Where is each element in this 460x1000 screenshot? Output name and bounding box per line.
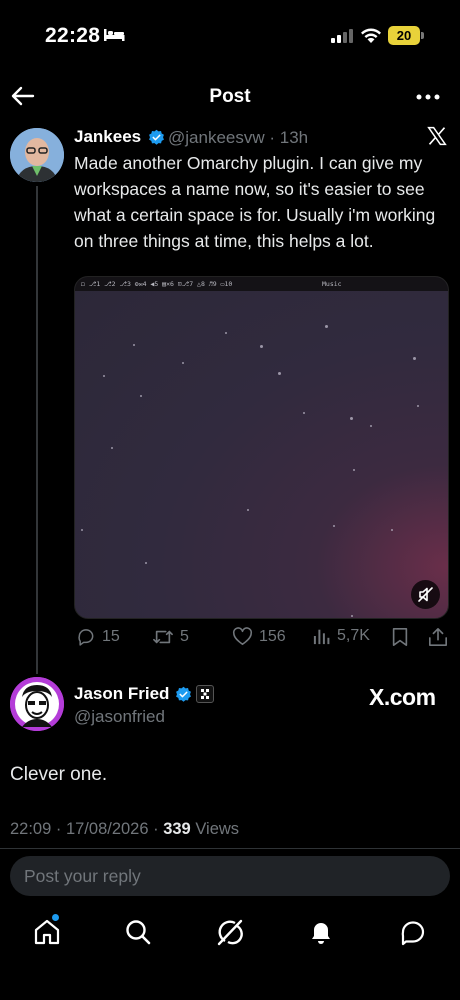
reply-icon [78, 629, 94, 646]
notification-dot [52, 914, 59, 921]
avatar[interactable] [10, 128, 64, 182]
views-count: 5,7K [337, 627, 370, 644]
verified-badge-icon [149, 129, 164, 145]
author-handle-time[interactable]: @jankeesvw · 13h [168, 128, 308, 148]
signal-icon [331, 29, 353, 43]
reply-compose-box[interactable] [10, 856, 450, 896]
star [103, 375, 105, 377]
star [413, 357, 416, 360]
messages-icon[interactable] [398, 917, 428, 947]
search-icon[interactable] [123, 917, 153, 947]
battery-tip [421, 32, 424, 39]
affiliate-badge-icon [196, 685, 214, 703]
views-label: Views [190, 820, 240, 838]
reply-count: 15 [102, 628, 120, 645]
star [417, 405, 419, 407]
divider [0, 848, 460, 849]
star [333, 525, 335, 527]
thread-connector [36, 186, 38, 674]
workspace-bar-text: ◻ ⎇1 ⎇2 ⎇3 ⚙✉4 ◀5 ▤✕6 ⊡⎇7 △8 ♬9 ▭10 [81, 280, 233, 288]
reply-author-name[interactable]: Jason Fried [74, 684, 169, 704]
star [247, 509, 249, 511]
star [391, 529, 393, 531]
tweet-text: Made another Omarchy plugin. I can give … [74, 153, 436, 251]
avatar[interactable] [10, 677, 64, 731]
post-metadata: 22:09 · 17/08/2026 · 339 Views [10, 820, 239, 839]
star [81, 529, 83, 531]
star [325, 325, 328, 328]
bookmark-button[interactable] [391, 627, 409, 647]
star [182, 362, 184, 364]
tweet-media-video[interactable]: ◻ ⎇1 ⎇2 ⎇3 ⚙✉4 ◀5 ▤✕6 ⊡⎇7 △8 ♬9 ▭10 Musi… [74, 276, 449, 619]
wifi-icon [361, 28, 381, 43]
star [133, 344, 135, 346]
star [140, 395, 142, 397]
reply-button[interactable]: 15 [76, 627, 120, 647]
verified-badge-icon [176, 686, 191, 702]
home-icon[interactable] [32, 917, 62, 947]
repost-count: 5 [180, 628, 189, 645]
heart-icon [233, 627, 252, 646]
reply-author-handle[interactable]: @jasonfried [74, 707, 165, 727]
star [350, 417, 353, 420]
x-logo-icon [427, 126, 447, 146]
muted-speaker-icon [418, 587, 433, 602]
mute-button[interactable] [411, 580, 440, 609]
like-button[interactable]: 156 [232, 627, 286, 646]
repost-button[interactable]: 5 [152, 627, 189, 647]
star [370, 425, 372, 427]
grok-icon[interactable] [215, 917, 245, 947]
battery-indicator: 20 [388, 26, 420, 45]
workspace-bar-music: Music [322, 280, 342, 288]
share-icon [429, 628, 447, 646]
bed-icon [104, 29, 125, 41]
star [145, 562, 147, 564]
star [225, 332, 227, 334]
star [111, 447, 113, 449]
views-button[interactable]: 5,7K [313, 627, 370, 645]
status-time: 22:28 [45, 24, 101, 47]
view-count: 339 [163, 820, 191, 838]
reply-text: Clever one. [10, 764, 108, 785]
page-title: Post [209, 86, 251, 107]
author-name[interactable]: Jankees [74, 127, 141, 147]
star [353, 469, 355, 471]
share-button[interactable] [428, 627, 448, 647]
star [260, 345, 263, 348]
star [303, 412, 305, 414]
repost-icon [153, 630, 173, 644]
notifications-icon[interactable] [306, 917, 336, 947]
media-topbar: ◻ ⎇1 ⎇2 ⎇3 ⚙✉4 ◀5 ▤✕6 ⊡⎇7 △8 ♬9 ▭10 Musi… [75, 277, 448, 291]
star [278, 372, 281, 375]
x-com-logo: X.com [369, 684, 436, 710]
more-options-icon[interactable] [416, 94, 440, 100]
star [351, 615, 353, 617]
like-count: 156 [259, 627, 286, 645]
views-chart-icon [313, 629, 330, 645]
reply-input[interactable] [24, 856, 424, 896]
post-timestamp[interactable]: 22:09 · 17/08/2026 · [10, 820, 163, 838]
bookmark-icon [392, 628, 408, 646]
